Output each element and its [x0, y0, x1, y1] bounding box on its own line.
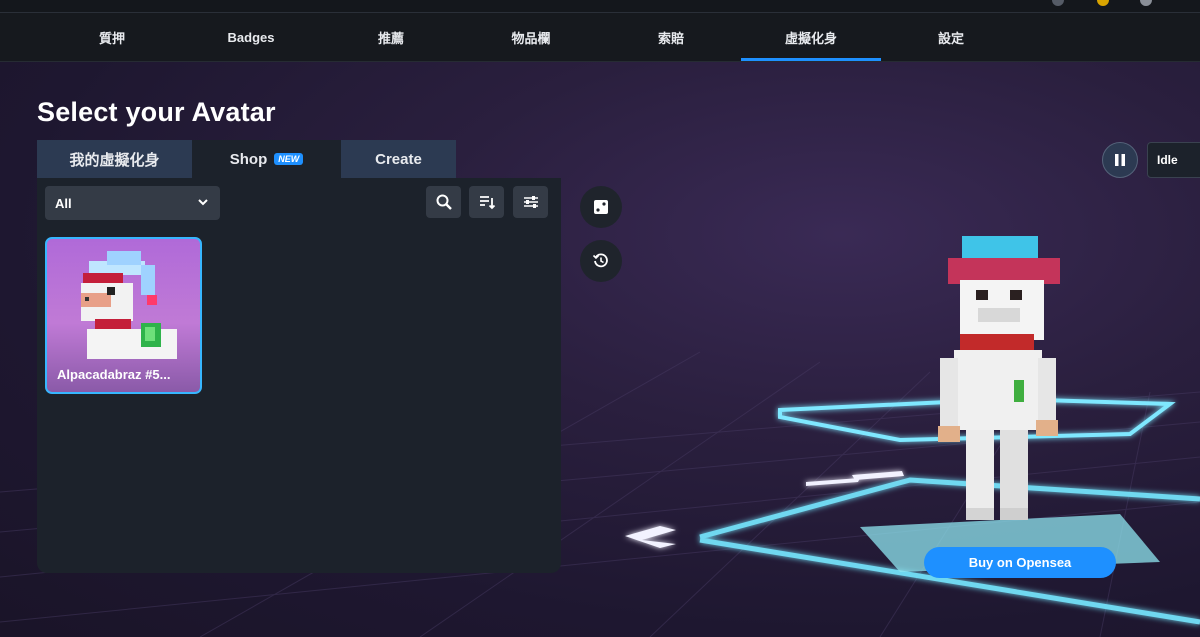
shop-panel: All Alpacadabraz #5... — [37, 178, 561, 573]
avatar-tabs: 我的虛擬化身 Shop NEW Create — [37, 140, 456, 178]
nav-tab-settings[interactable]: 設定 — [881, 13, 1021, 61]
randomize-button[interactable] — [580, 186, 622, 228]
page-title: Select your Avatar — [37, 97, 276, 127]
nav-tab-referral[interactable]: 推薦 — [321, 13, 461, 61]
nav-tab-inventory[interactable]: 物品欄 — [461, 13, 601, 61]
history-icon — [592, 253, 608, 268]
tab-shop[interactable]: Shop NEW — [192, 140, 341, 178]
search-icon — [436, 194, 452, 210]
status-icon[interactable] — [1052, 0, 1064, 6]
coin-icon[interactable] — [1097, 0, 1109, 6]
animation-select[interactable]: Idle — [1147, 142, 1200, 178]
avatar[interactable] — [1140, 0, 1152, 6]
sort-icon — [479, 196, 495, 210]
avatar-card-name: Alpacadabraz #5... — [57, 367, 171, 382]
new-badge: NEW — [274, 153, 304, 165]
alpaca-image — [81, 251, 177, 359]
category-select-value: All — [55, 195, 72, 211]
search-button[interactable] — [426, 186, 461, 218]
filter-button[interactable] — [513, 186, 548, 218]
nav-tab-claim[interactable]: 索賠 — [601, 13, 741, 61]
history-button[interactable] — [580, 240, 622, 282]
tab-create[interactable]: Create — [341, 140, 456, 178]
avatar-card[interactable]: Alpacadabraz #5... — [45, 237, 202, 394]
sort-button[interactable] — [469, 186, 504, 218]
pause-icon — [1115, 154, 1125, 166]
top-bar — [0, 0, 1200, 13]
nav-tab-badges[interactable]: Badges — [181, 13, 321, 61]
tab-shop-label: Shop — [229, 150, 268, 168]
nav-tab-avatar[interactable]: 虛擬化身 — [741, 13, 881, 61]
animation-select-value: Idle — [1157, 153, 1178, 167]
avatar-figure — [938, 236, 1060, 520]
buy-on-opensea-button[interactable]: Buy on Opensea — [924, 547, 1116, 578]
tab-my-avatars[interactable]: 我的虛擬化身 — [37, 140, 192, 178]
pause-button[interactable] — [1102, 142, 1138, 178]
dice-icon — [594, 200, 608, 214]
tab-my-avatars-label: 我的虛擬化身 — [69, 151, 160, 169]
main-nav: 質押 Badges 推薦 物品欄 索賠 虛擬化身 設定 — [0, 13, 1200, 62]
tab-create-label: Create — [375, 150, 422, 168]
category-select[interactable]: All — [45, 186, 220, 220]
nav-tab-staking[interactable]: 質押 — [42, 13, 182, 61]
chevron-down-icon — [198, 199, 208, 206]
filter-icon — [523, 196, 538, 208]
